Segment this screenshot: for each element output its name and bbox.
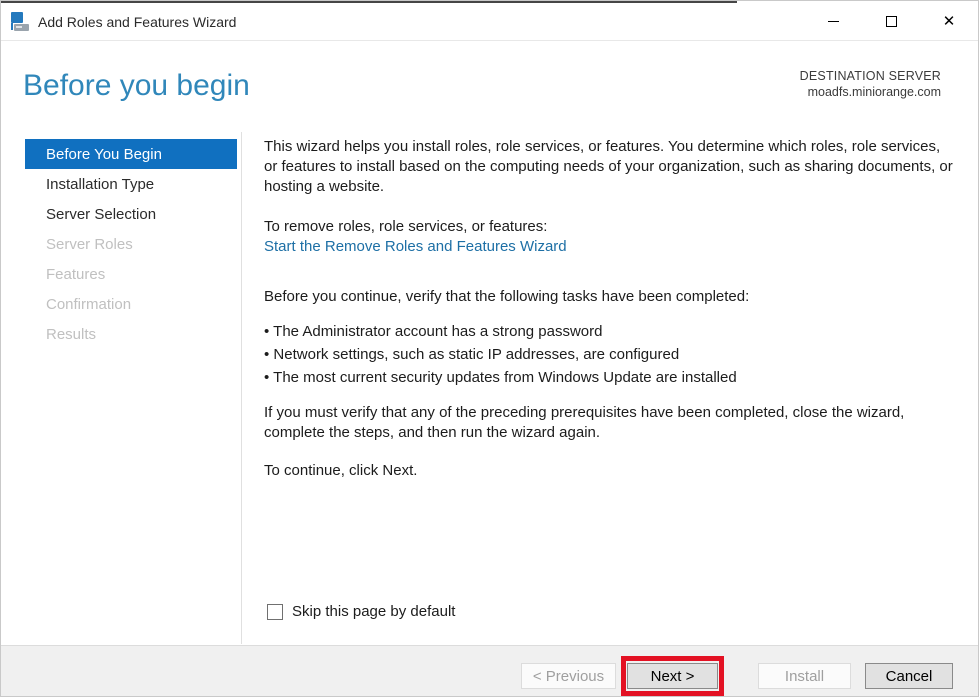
sidebar-item-label: Features xyxy=(46,265,106,283)
window-title: Add Roles and Features Wizard xyxy=(38,13,237,30)
wizard-footer: < Previous Next > Install Cancel xyxy=(1,645,978,696)
destination-server-label: DESTINATION SERVER xyxy=(799,69,941,83)
intro-paragraph: This wizard helps you install roles, rol… xyxy=(264,138,953,195)
skip-page-checkbox[interactable] xyxy=(267,603,283,620)
sidebar-item-server-selection[interactable]: Server Selection xyxy=(25,199,237,229)
close-button[interactable]: ✕ xyxy=(920,3,978,40)
remove-roles-features-wizard-link[interactable]: Start the Remove Roles and Features Wiza… xyxy=(264,237,567,257)
minimize-button[interactable] xyxy=(804,3,862,40)
install-button: Install xyxy=(758,663,851,689)
close-icon: ✕ xyxy=(942,12,956,30)
window-controls: ✕ xyxy=(804,3,978,40)
sidebar-item-before-you-begin[interactable]: Before You Begin xyxy=(25,139,237,169)
note-paragraph: If you must verify that any of the prece… xyxy=(264,404,905,441)
verify-heading: Before you continue, verify that the fol… xyxy=(264,288,750,305)
destination-server-block: DESTINATION SERVER moadfs.miniorange.com xyxy=(800,69,941,99)
prerequisite-item: The most current security updates from W… xyxy=(264,366,954,389)
sidebar-item-confirmation: Confirmation xyxy=(25,289,237,319)
titlebar: Add Roles and Features Wizard ✕ xyxy=(1,3,978,41)
maximize-button[interactable] xyxy=(862,3,920,40)
continue-instruction: To continue, click Next. xyxy=(264,462,418,479)
destination-server-name: moadfs.miniorange.com xyxy=(807,85,941,99)
wizard-page-content: This wizard helps you install roles, rol… xyxy=(264,137,954,481)
sidebar-item-label: Before You Begin xyxy=(46,145,162,163)
previous-button: < Previous xyxy=(521,663,616,689)
sidebar-item-features: Features xyxy=(25,259,237,289)
sidebar-item-results: Results xyxy=(25,319,237,349)
prerequisite-list: The Administrator account has a strong p… xyxy=(264,320,954,389)
sidebar-item-label: Confirmation xyxy=(46,295,132,313)
sidebar-content-divider xyxy=(241,132,242,644)
page-title: Before you begin xyxy=(23,69,250,102)
prerequisite-item: Network settings, such as static IP addr… xyxy=(264,343,954,366)
next-button[interactable]: Next > xyxy=(627,663,718,689)
maximize-icon xyxy=(885,16,897,27)
sidebar-item-label: Server Roles xyxy=(46,235,133,253)
server-manager-icon xyxy=(10,11,30,32)
add-roles-features-wizard-window: Add Roles and Features Wizard ✕ Before y… xyxy=(0,0,979,697)
cancel-button[interactable]: Cancel xyxy=(865,663,953,689)
prerequisite-item: The Administrator account has a strong p… xyxy=(264,320,954,343)
minimize-icon xyxy=(827,21,839,22)
sidebar-item-server-roles: Server Roles xyxy=(25,229,237,259)
sidebar-item-label: Server Selection xyxy=(46,205,157,223)
sidebar-item-label: Installation Type xyxy=(46,175,155,193)
skip-page-label[interactable]: Skip this page by default xyxy=(292,603,455,620)
sidebar-item-label: Results xyxy=(46,325,97,343)
sidebar-item-installation-type[interactable]: Installation Type xyxy=(25,169,237,199)
wizard-steps-sidebar: Before You Begin Installation Type Serve… xyxy=(25,139,237,349)
skip-page-row: Skip this page by default xyxy=(267,603,455,620)
remove-heading: To remove roles, role services, or featu… xyxy=(264,218,548,235)
